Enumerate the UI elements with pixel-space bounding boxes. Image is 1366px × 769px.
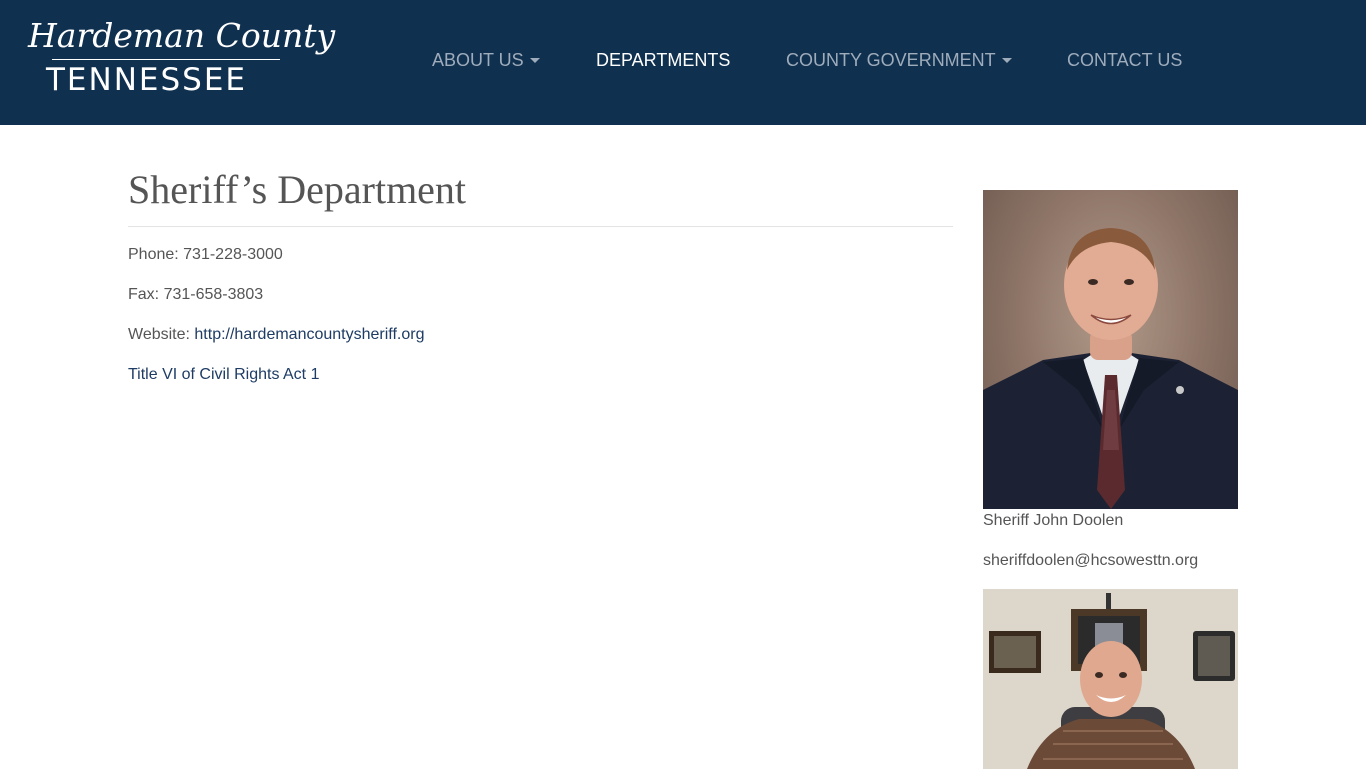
logo-state-text: TENNESSEE xyxy=(46,62,248,98)
title-divider xyxy=(128,226,953,227)
logo-divider xyxy=(52,59,280,60)
logo-script-text: Hardeman County xyxy=(28,16,336,55)
phone-line: Phone: 731-228-3000 xyxy=(128,246,283,263)
nav-departments[interactable]: DEPARTMENTS xyxy=(596,50,730,71)
office-portrait xyxy=(983,589,1238,769)
fax-line: Fax: 731-658-3803 xyxy=(128,286,264,303)
website-link[interactable]: http://hardemancountysheriff.org xyxy=(194,326,424,343)
nav-contact-us-label: CONTACT US xyxy=(1067,50,1183,70)
site-header: Hardeman County TENNESSEE ABOUT US DEPAR… xyxy=(0,0,1366,125)
nav-contact-us[interactable]: CONTACT US xyxy=(1067,50,1182,71)
sheriff-email[interactable]: sheriffdoolen@hcsowesttn.org xyxy=(983,552,1198,570)
title-vi-line: Title VI of Civil Rights Act 1 xyxy=(128,366,319,384)
site-logo[interactable]: Hardeman County TENNESSEE xyxy=(24,16,335,100)
nav-about-us-label: ABOUT US xyxy=(432,50,524,70)
caret-down-icon xyxy=(529,58,540,63)
nav-county-government[interactable]: COUNTY GOVERNMENT xyxy=(786,50,1012,71)
nav-about-us[interactable]: ABOUT US xyxy=(432,50,540,71)
sheriff-portrait xyxy=(983,190,1238,509)
website-prefix: Website: xyxy=(128,326,195,343)
sheriff-name: Sheriff John Doolen xyxy=(983,512,1124,529)
nav-county-government-label: COUNTY GOVERNMENT xyxy=(786,50,996,70)
sheriff-portrait-image xyxy=(983,228,1238,509)
office-portrait-image xyxy=(983,589,1238,769)
page-title: Sheriff’s Department xyxy=(128,167,467,212)
caret-down-icon xyxy=(1001,58,1012,63)
nav-departments-label: DEPARTMENTS xyxy=(596,50,731,70)
title-vi-link[interactable]: Title VI of Civil Rights Act 1 xyxy=(128,366,319,383)
website-line: Website: http://hardemancountysheriff.or… xyxy=(128,326,424,344)
